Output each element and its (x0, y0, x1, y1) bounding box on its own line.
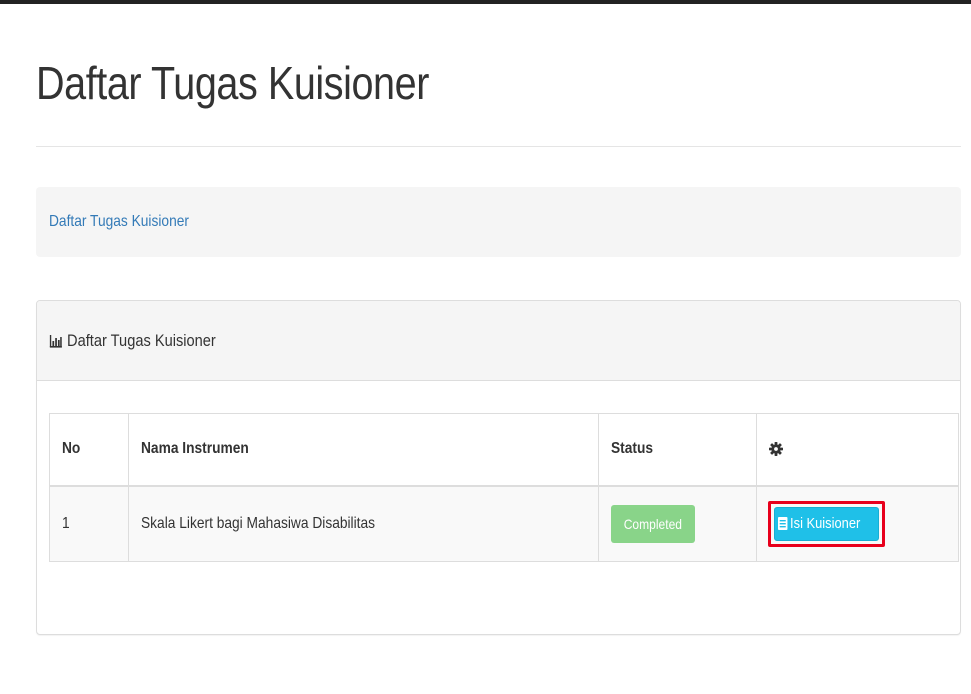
panel-heading: Daftar Tugas Kuisioner (37, 301, 960, 381)
page-content: Daftar Tugas Kuisioner Daftar Tugas Kuis… (36, 0, 961, 635)
isi-kuisioner-button[interactable]: Isi Kuisioner (774, 506, 879, 541)
row-number: 1 (49, 485, 129, 562)
bar-chart-icon (49, 334, 63, 348)
task-panel: Daftar Tugas Kuisioner No Nama Instrumen… (36, 300, 961, 635)
document-icon (778, 517, 788, 531)
table-header-row: No Nama Instrumen Status (49, 413, 959, 487)
status-badge: Completed (611, 504, 695, 543)
highlight-frame: Isi Kuisioner (768, 500, 885, 547)
page-title: Daftar Tugas Kuisioner (36, 57, 429, 109)
column-header-status: Status (598, 413, 757, 487)
breadcrumb: Daftar Tugas Kuisioner (36, 187, 961, 257)
row-status-cell: Completed (598, 485, 757, 562)
isi-kuisioner-label: Isi Kuisioner (790, 515, 861, 533)
column-header-no: No (49, 413, 129, 487)
column-header-nama-instrumen: Nama Instrumen (128, 413, 599, 487)
panel-title: Daftar Tugas Kuisioner (67, 330, 216, 350)
table-row: 1 Skala Likert bagi Mahasiwa Disabilitas… (49, 485, 959, 562)
column-header-actions (756, 413, 959, 487)
title-divider (36, 146, 961, 147)
breadcrumb-link-daftar-tugas[interactable]: Daftar Tugas Kuisioner (49, 213, 189, 231)
panel-body: No Nama Instrumen Status 1 Skala Likert … (37, 381, 960, 562)
row-instrument-name: Skala Likert bagi Mahasiwa Disabilitas (128, 485, 599, 562)
gear-icon (769, 442, 783, 457)
row-action-cell: Isi Kuisioner (756, 485, 959, 562)
task-table: No Nama Instrumen Status 1 Skala Likert … (49, 413, 959, 562)
